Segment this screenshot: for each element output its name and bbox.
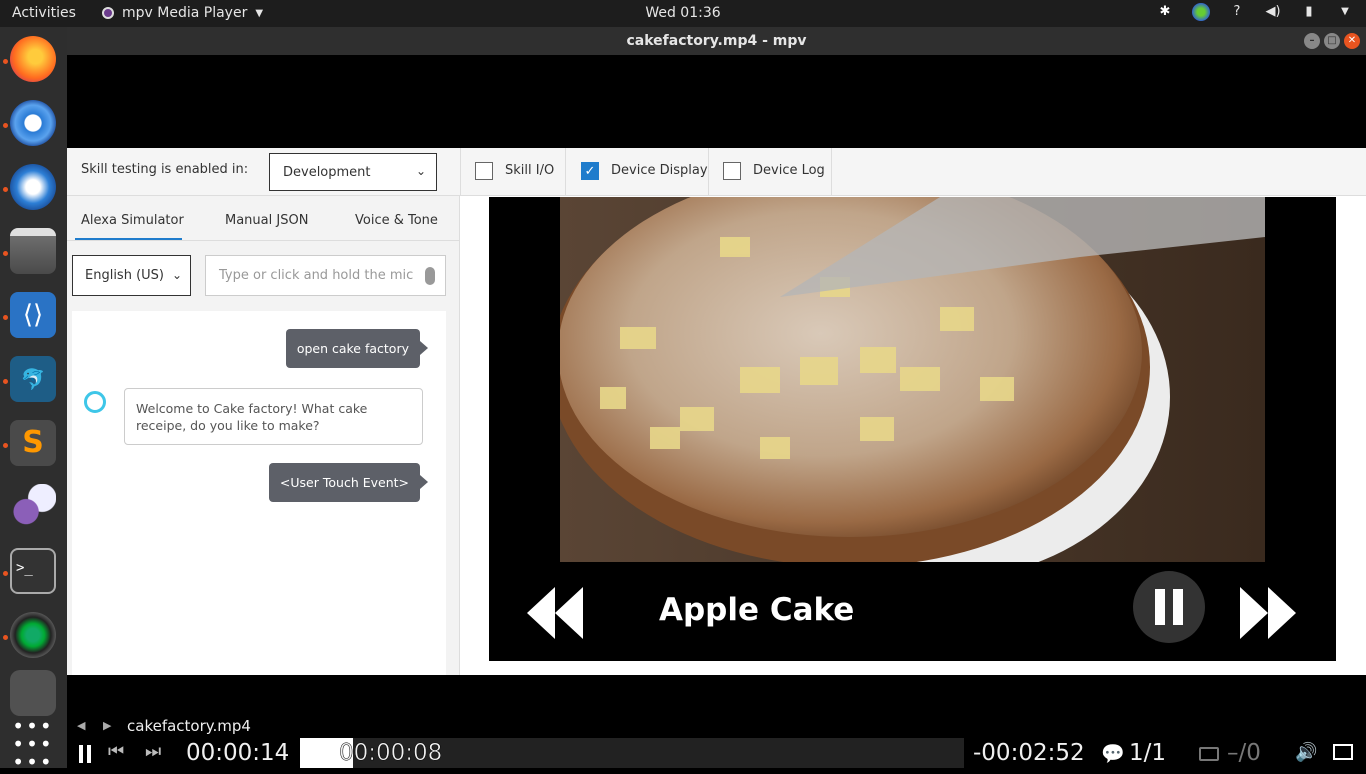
skill-io-checkbox[interactable] — [475, 162, 493, 180]
running-indicator — [3, 315, 8, 320]
mpv-osc: ◀ ▶ cakefactory.mp4 ⏮ ⏭ 00:00:14 00:00:0… — [67, 675, 1366, 768]
elapsed-time[interactable]: 00:00:14 — [186, 740, 289, 766]
webcam-icon[interactable] — [10, 612, 56, 658]
pause-button[interactable] — [1133, 571, 1205, 643]
video-area[interactable]: Skill testing is enabled in: Development… — [67, 55, 1366, 675]
divider — [708, 148, 709, 196]
chevron-down-icon[interactable]: ▼ — [1336, 3, 1354, 21]
volume-icon[interactable]: ◀) — [1264, 3, 1282, 21]
media-title[interactable]: cakefactory.mp4 — [127, 717, 251, 735]
audio-track[interactable]: –/0 — [1227, 740, 1261, 766]
fullscreen-icon[interactable] — [1333, 744, 1353, 760]
system-tray[interactable]: ✱ ? ◀) ▮ ▼ — [1156, 3, 1354, 21]
app-menu-label: mpv Media Player — [122, 5, 248, 21]
language-select-value: English (US) — [85, 268, 164, 283]
top-panel: Activities mpv Media Player ▼ Wed 01:36 … — [0, 0, 1366, 27]
alexa-ring-icon — [84, 391, 106, 413]
chevron-down-icon: ▼ — [255, 7, 264, 19]
playlist-prev-icon[interactable]: ◀ — [77, 719, 85, 732]
device-log-checkbox[interactable] — [723, 162, 741, 180]
alexa-developer-console: Skill testing is enabled in: Development… — [67, 148, 1366, 675]
user-bubble: open cake factory — [285, 329, 429, 368]
cake-image — [560, 197, 1265, 562]
dock: ⟨⟩ 🐬 S >_ ••• ••• ••• — [0, 27, 67, 772]
close-button[interactable]: ✕ — [1344, 33, 1360, 49]
device-display-checkbox[interactable]: ✓ — [581, 162, 599, 180]
terminal-icon[interactable]: >_ — [10, 548, 56, 594]
display-title: Apple Cake — [659, 592, 855, 628]
running-indicator — [3, 635, 8, 640]
divider — [67, 240, 460, 241]
window-title: cakefactory.mp4 - mpv — [626, 33, 807, 49]
maximize-button[interactable]: □ — [1324, 33, 1340, 49]
running-indicator — [3, 187, 8, 192]
seek-tooltip: 00:00:08 — [339, 740, 443, 767]
tab-manual-json[interactable]: Manual JSON — [225, 213, 308, 228]
microphone-icon[interactable] — [425, 267, 435, 285]
show-applications-icon[interactable]: ••• ••• ••• — [10, 712, 56, 772]
subtitle-icon[interactable]: 💬 — [1101, 742, 1125, 765]
fast-forward-icon[interactable] — [1240, 587, 1298, 639]
running-indicator — [3, 59, 8, 64]
stage-select[interactable]: Development ⌄ — [269, 153, 437, 191]
color-picker-icon[interactable] — [1192, 3, 1210, 21]
play-pause-icon[interactable] — [79, 745, 91, 763]
divider — [460, 148, 461, 196]
skip-forward-icon[interactable]: ⏭ — [145, 741, 161, 762]
mpv-icon[interactable] — [10, 670, 56, 716]
skill-io-label[interactable]: Skill I/O — [505, 163, 554, 178]
skill-testing-label: Skill testing is enabled in: — [81, 162, 249, 177]
rewind-icon[interactable] — [527, 587, 585, 639]
running-indicator — [3, 251, 8, 256]
tab-alexa-simulator[interactable]: Alexa Simulator — [81, 213, 184, 228]
thunderbird-icon[interactable] — [10, 164, 56, 210]
stage-select-value: Development — [283, 165, 371, 180]
running-indicator — [3, 123, 8, 128]
seekbar[interactable]: 00:00:08 — [300, 738, 964, 768]
subtitle-track[interactable]: 1/1 — [1129, 740, 1166, 766]
app-menu[interactable]: mpv Media Player ▼ — [102, 5, 263, 21]
minimize-button[interactable]: – — [1304, 33, 1320, 49]
device-display-label[interactable]: Device Display — [611, 163, 708, 178]
mpv-icon — [102, 7, 114, 19]
running-indicator — [3, 443, 8, 448]
utterance-input[interactable]: Type or click and hold the mic — [205, 255, 446, 296]
remaining-time[interactable]: -00:02:52 — [973, 740, 1085, 766]
audio-track-icon[interactable] — [1199, 747, 1219, 761]
puzzle-icon[interactable]: ✱ — [1156, 3, 1174, 21]
playlist-next-icon[interactable]: ▶ — [103, 719, 111, 732]
divider — [831, 148, 832, 196]
tab-voice-tone[interactable]: Voice & Tone — [355, 213, 438, 228]
activities-button[interactable]: Activities — [12, 5, 76, 21]
sublime-text-icon[interactable]: S — [10, 420, 56, 466]
console-header: Skill testing is enabled in: Development… — [67, 148, 1366, 196]
pause-icon — [1155, 589, 1183, 625]
language-select[interactable]: English (US) ⌄ — [72, 255, 191, 296]
utterance-placeholder: Type or click and hold the mic — [219, 268, 414, 283]
window-titlebar[interactable]: cakefactory.mp4 - mpv – □ ✕ — [67, 27, 1366, 55]
chromium-icon[interactable] — [10, 100, 56, 146]
device-log-label[interactable]: Device Log — [753, 163, 825, 178]
skip-back-icon[interactable]: ⏮ — [108, 741, 124, 762]
help-icon[interactable]: ? — [1228, 3, 1246, 21]
files-icon[interactable] — [10, 228, 56, 274]
mysql-workbench-icon[interactable]: 🐬 — [10, 356, 56, 402]
simulator-panel: Alexa Simulator Manual JSON Voice & Tone… — [67, 196, 460, 675]
battery-icon[interactable]: ▮ — [1300, 3, 1318, 21]
volume-icon[interactable]: 🔊 — [1295, 742, 1317, 763]
divider — [565, 148, 566, 196]
firefox-icon[interactable] — [10, 36, 56, 82]
chevron-down-icon: ⌄ — [171, 268, 182, 282]
chevron-down-icon: ⌄ — [415, 164, 426, 178]
device-display: Apple Cake — [489, 197, 1336, 661]
user-bubble: <User Touch Event> — [268, 463, 429, 502]
chat-transcript: open cake factory Welcome to Cake factor… — [72, 311, 446, 675]
alexa-bubble: Welcome to Cake factory! What cake recei… — [124, 388, 423, 445]
running-indicator — [3, 379, 8, 384]
vscode-icon[interactable]: ⟨⟩ — [10, 292, 56, 338]
running-indicator — [3, 571, 8, 576]
pidgin-icon[interactable] — [10, 484, 56, 530]
